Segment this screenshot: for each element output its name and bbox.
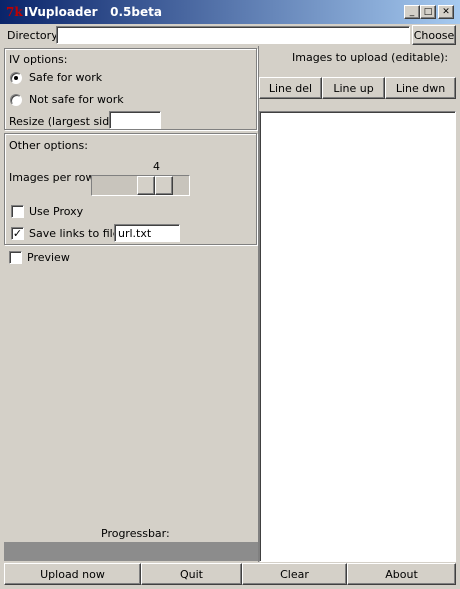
radio-checked-icon xyxy=(10,71,22,84)
resize-input[interactable] xyxy=(109,111,161,129)
choose-button-label: Choose xyxy=(413,28,455,42)
images-per-row-slider[interactable] xyxy=(91,175,190,196)
checkbox-unchecked-icon xyxy=(9,251,22,264)
radio-unchecked-icon xyxy=(10,93,22,106)
checkbox-unchecked-icon xyxy=(11,205,24,218)
maximize-button[interactable]: □ xyxy=(420,5,436,19)
iv-options-heading: IV options: xyxy=(9,53,68,66)
title-bar[interactable]: 7k IVuploader 0.5beta _ □ ✕ xyxy=(0,0,460,24)
slider-thumb-right[interactable] xyxy=(155,176,173,195)
use-proxy-label: Use Proxy xyxy=(29,205,84,218)
use-proxy-checkbox[interactable]: Use Proxy xyxy=(11,205,83,218)
about-button[interactable]: About xyxy=(347,563,456,585)
images-per-row-value: 4 xyxy=(153,160,160,173)
save-links-checkbox[interactable]: ✓ Save links to file: xyxy=(11,227,123,240)
clear-label: Clear xyxy=(280,567,309,581)
safe-for-work-label: Safe for work xyxy=(29,71,103,84)
upload-now-button[interactable]: Upload now xyxy=(4,563,141,585)
images-per-row-label: Images per row: xyxy=(9,171,98,184)
preview-checkbox[interactable]: Preview xyxy=(9,251,70,264)
quit-label: Quit xyxy=(180,567,203,581)
save-links-label: Save links to file: xyxy=(29,227,124,240)
choose-button[interactable]: Choose xyxy=(412,25,456,45)
save-links-input[interactable] xyxy=(114,224,180,242)
slider-thumb-left[interactable] xyxy=(137,176,155,195)
line-del-button[interactable]: Line del xyxy=(259,77,322,99)
preview-label: Preview xyxy=(27,251,70,264)
other-options-heading: Other options: xyxy=(9,139,88,152)
quit-button[interactable]: Quit xyxy=(141,563,242,585)
window-title: IVuploader 0.5beta xyxy=(24,5,162,19)
resize-label: Resize (largest side): xyxy=(9,115,124,128)
close-button[interactable]: ✕ xyxy=(438,5,454,19)
line-up-button[interactable]: Line up xyxy=(322,77,385,99)
clear-button[interactable]: Clear xyxy=(242,563,347,585)
safe-for-work-radio[interactable]: Safe for work xyxy=(10,71,102,84)
about-label: About xyxy=(385,567,418,581)
line-dwn-button[interactable]: Line dwn xyxy=(385,77,456,99)
line-del-label: Line del xyxy=(268,81,313,95)
directory-label: Directory: xyxy=(7,29,61,42)
maximize-icon: □ xyxy=(423,6,433,17)
progress-bar xyxy=(4,542,258,561)
app-icon: 7k xyxy=(6,5,23,19)
progressbar-label: Progressbar: xyxy=(101,527,170,540)
not-safe-for-work-radio[interactable]: Not safe for work xyxy=(10,93,124,106)
upload-now-label: Upload now xyxy=(40,567,105,581)
close-icon: ✕ xyxy=(442,6,450,17)
line-up-label: Line up xyxy=(333,81,374,95)
minimize-icon: _ xyxy=(409,6,415,17)
not-safe-for-work-label: Not safe for work xyxy=(29,93,124,106)
checkmark-icon: ✓ xyxy=(11,227,24,240)
images-panel-heading: Images to upload (editable): xyxy=(292,51,449,64)
images-textarea[interactable] xyxy=(259,111,456,562)
line-dwn-label: Line dwn xyxy=(395,81,446,95)
minimize-button[interactable]: _ xyxy=(404,5,420,19)
directory-input[interactable] xyxy=(56,26,410,44)
